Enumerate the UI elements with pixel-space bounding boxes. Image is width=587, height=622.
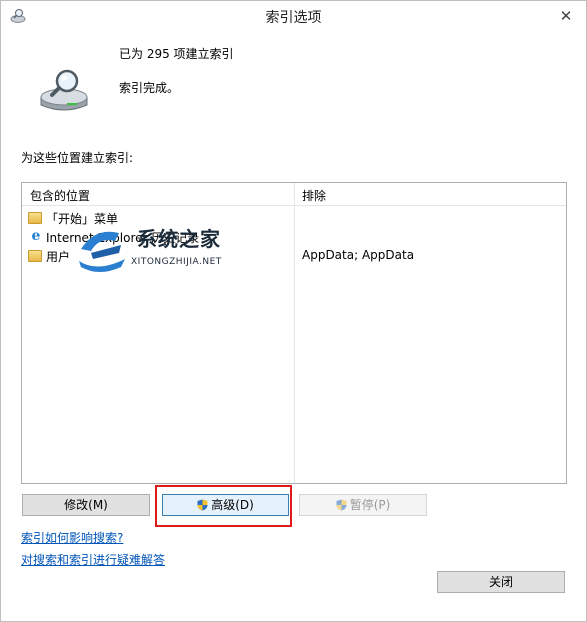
watermark-logo-icon [79,231,125,272]
troubleshoot-search-link[interactable]: 对搜索和索引进行疑难解答 [21,551,165,568]
close-button-label: 关闭 [488,575,513,589]
pause-button-label: 暂停(P) [349,498,391,512]
highlight-box [155,485,292,527]
indexed-count-text: 已为 295 项建立索引 [119,47,234,61]
folder-icon [28,212,42,224]
column-header-included[interactable]: 包含的位置 [30,187,90,204]
folder-icon [28,250,42,262]
uac-shield-icon [336,499,347,511]
window-title: 索引选项 [265,10,322,26]
watermark-title: 系统之家 [137,227,221,251]
indexing-options-window: 索引选项 ✕ 已为 295 项建立索引 索引完成。 为这些位置建立索引: 包含的… [0,0,587,622]
close-button[interactable]: 关闭 [437,571,565,593]
site-watermark: 系统之家 XITONGZHIJIA.NET [75,223,265,279]
exclusion-text: AppData; AppData [302,248,415,262]
location-name: 用户 [46,250,71,264]
indexing-status-text: 索引完成。 [119,81,180,95]
pause-button[interactable]: 暂停(P) [299,494,427,516]
close-window-icon[interactable]: ✕ [556,6,576,26]
modify-button[interactable]: 修改(M) [22,494,150,516]
how-indexing-affects-search-link[interactable]: 索引如何影响搜索? [21,529,123,546]
column-header-exclude[interactable]: 排除 [302,187,326,204]
locations-label: 为这些位置建立索引: [21,151,134,165]
indexing-drive-icon [40,69,88,111]
watermark-subtitle: XITONGZHIJIA.NET [131,257,222,267]
modify-button-label: 修改(M) [64,498,108,512]
title-bar: 索引选项 ✕ [1,1,586,31]
internet-explorer-icon: e [31,228,41,244]
